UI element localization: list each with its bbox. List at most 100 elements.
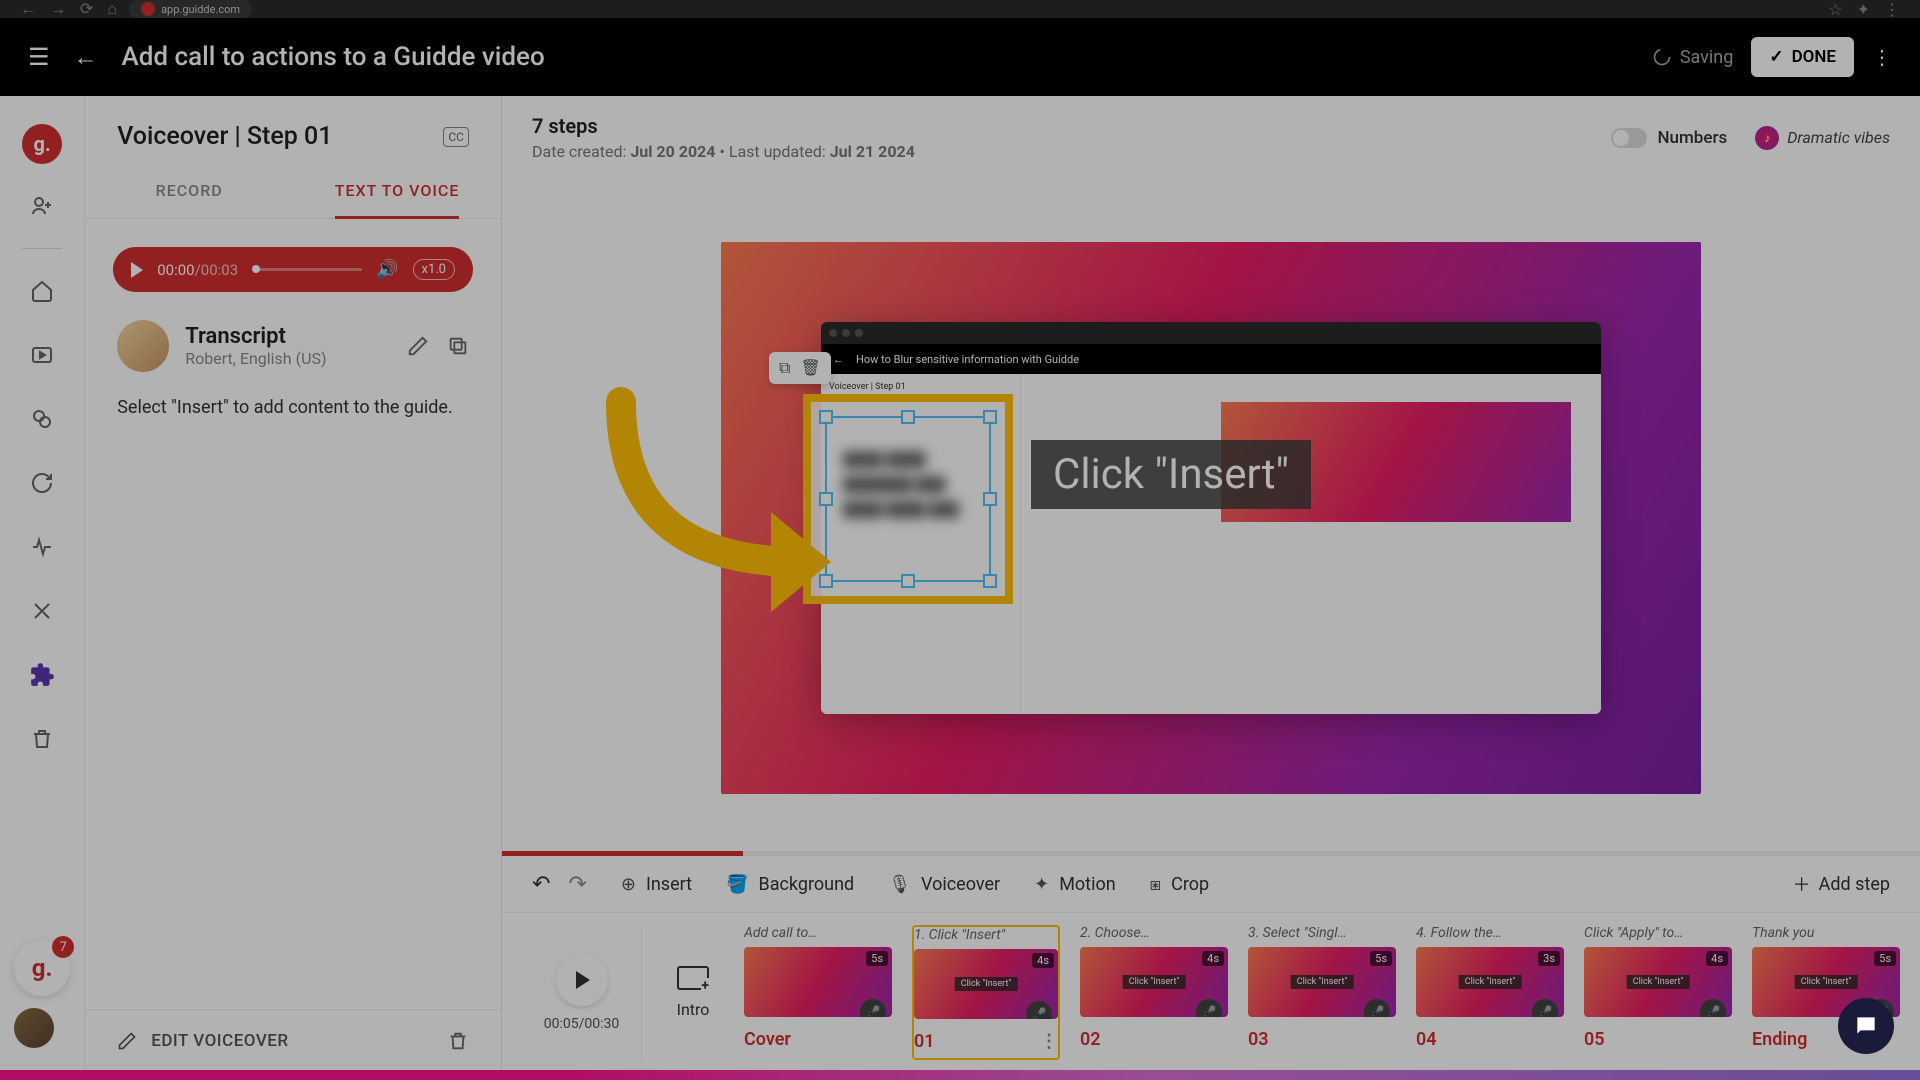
- step-caption: Add call to…: [744, 925, 892, 941]
- voiceover-panel: Voiceover | Step 01 CC RECORD TEXT TO VO…: [85, 96, 502, 1072]
- brand-gradient-bar: [0, 1070, 1920, 1080]
- step-kebab-icon[interactable]: ⋮: [1040, 1031, 1058, 1052]
- site-favicon: [141, 2, 155, 16]
- step-caption: Click "Apply" to…: [1584, 925, 1732, 941]
- design-icon[interactable]: [20, 589, 64, 633]
- numbers-label: Numbers: [1657, 128, 1727, 148]
- trash-icon[interactable]: 🗑: [800, 358, 820, 378]
- background-tool[interactable]: 🪣Background: [726, 874, 854, 895]
- done-button[interactable]: ✓ DONE: [1751, 37, 1854, 77]
- browser-url-text: app.guidde.com: [161, 3, 240, 16]
- refresh-icon[interactable]: [20, 461, 64, 505]
- step-mic-icon: 🎤: [1026, 1001, 1052, 1019]
- captions-icon[interactable]: CC: [443, 127, 469, 147]
- browser-url-pill[interactable]: app.guidde.com: [129, 0, 252, 18]
- support-chat-button[interactable]: [1838, 998, 1894, 1054]
- playback-progress[interactable]: [502, 851, 1920, 856]
- editor-canvas-panel: 7 steps Date created: Jul 20 2024 • Last…: [502, 96, 1920, 1072]
- extension-icon[interactable]: [20, 653, 64, 697]
- header-kebab-icon[interactable]: ⋮: [1872, 45, 1892, 69]
- speaker-avatar: [117, 320, 169, 372]
- insert-tool[interactable]: ⊕Insert: [621, 874, 692, 895]
- music-vibes[interactable]: ♪ Dramatic vibes: [1755, 126, 1890, 150]
- selection-toolbar[interactable]: ⧉ 🗑: [769, 352, 831, 384]
- tab-text-to-voice[interactable]: TEXT TO VOICE: [293, 163, 501, 218]
- videos-icon[interactable]: [20, 333, 64, 377]
- play-icon[interactable]: [131, 262, 143, 278]
- step-duration: 5s: [866, 951, 888, 966]
- step-mic-icon: 🎤: [860, 999, 886, 1017]
- step-thumbnail[interactable]: 5s Click "Insert" 🎤: [1248, 947, 1396, 1017]
- hamburger-icon[interactable]: ☰: [28, 43, 50, 71]
- timeline-step[interactable]: Add call to… 5s 🎤 Cover: [744, 925, 892, 1060]
- add-step-button[interactable]: ＋Add step: [1793, 871, 1890, 897]
- step-thumbnail[interactable]: 4s Click "Insert" 🎤: [1080, 947, 1228, 1017]
- trash-rail-icon[interactable]: [20, 717, 64, 761]
- step-caption: 1. Click "Insert": [914, 927, 1058, 943]
- redo-icon[interactable]: ↷: [568, 872, 586, 897]
- volume-icon[interactable]: 🔊: [376, 259, 398, 280]
- shapes-icon[interactable]: [20, 397, 64, 441]
- project-title: Add call to actions to a Guidde video: [122, 42, 545, 72]
- badge-count: 7: [52, 936, 74, 958]
- app-logo[interactable]: g.: [22, 124, 62, 164]
- timeline-step[interactable]: Click "Apply" to… 4s Click "Insert" 🎤 05: [1584, 925, 1732, 1060]
- step-thumbnail[interactable]: 4s Click "Insert" 🎤: [1584, 947, 1732, 1017]
- speaker-name: Robert, English (US): [185, 349, 326, 368]
- browser-chrome-bar: ← → ⟳ ⌂ app.guidde.com ☆ ✦ ⋮: [0, 0, 1920, 18]
- step-label: 03: [1248, 1029, 1396, 1050]
- step-thumbnail[interactable]: 5s 🎤: [744, 947, 892, 1017]
- step-duration: 5s: [1370, 951, 1392, 966]
- crop-tool[interactable]: ⧆Crop: [1150, 874, 1209, 895]
- numbers-toggle[interactable]: [1611, 128, 1647, 148]
- music-note-icon: ♪: [1755, 126, 1779, 150]
- browser-reload-icon[interactable]: ⟳: [80, 0, 93, 19]
- editor-canvas[interactable]: ←How to Blur sensitive information with …: [721, 242, 1701, 794]
- transcript-body: Select "Insert" to add content to the gu…: [117, 394, 469, 421]
- mic-icon: 🎙: [888, 874, 911, 895]
- check-icon: ✓: [1769, 47, 1783, 67]
- home-icon[interactable]: [20, 269, 64, 313]
- browser-back-icon[interactable]: ←: [20, 0, 36, 19]
- tab-record[interactable]: RECORD: [85, 163, 293, 218]
- edit-voiceover-button[interactable]: EDIT VOICEOVER: [151, 1031, 288, 1051]
- playback-speed[interactable]: x1.0: [413, 259, 456, 280]
- step-duration: 4s: [1706, 951, 1728, 966]
- audio-progress[interactable]: [252, 268, 362, 271]
- browser-forward-icon[interactable]: →: [50, 0, 66, 19]
- edit-transcript-icon[interactable]: [407, 335, 429, 357]
- invite-user-icon[interactable]: [20, 184, 64, 228]
- user-avatar-rail[interactable]: [14, 1008, 54, 1048]
- browser-home-icon[interactable]: ⌂: [107, 0, 117, 19]
- motion-tool[interactable]: ✦Motion: [1034, 874, 1116, 895]
- timeline-step[interactable]: 1. Click "Insert" 4s Click "Insert" 🎤 01…: [912, 925, 1060, 1060]
- browser-bookmark-icon[interactable]: ☆: [1828, 0, 1842, 19]
- step-thumbnail[interactable]: 3s Click "Insert" 🎤: [1416, 947, 1564, 1017]
- audio-player: 00:00/00:03 🔊 x1.0: [113, 247, 473, 292]
- delete-voiceover-icon[interactable]: [447, 1030, 469, 1052]
- step-mic-icon: 🎤: [1196, 999, 1222, 1017]
- step-duration: 3s: [1538, 951, 1560, 966]
- back-arrow-icon[interactable]: ←: [74, 43, 98, 72]
- plus-circle-icon: ⊕: [621, 874, 636, 895]
- step-mic-icon: 🎤: [1700, 999, 1726, 1017]
- timeline-play-button[interactable]: [556, 954, 608, 1006]
- app-header: ☰ ← Add call to actions to a Guidde vide…: [0, 18, 1920, 96]
- timeline-step[interactable]: 3. Select "Singl… 5s Click "Insert" 🎤 03: [1248, 925, 1396, 1060]
- browser-extensions-icon[interactable]: ✦: [1857, 0, 1870, 19]
- add-intro-button[interactable]: Intro: [658, 925, 728, 1060]
- notifications-badge[interactable]: g. 7: [14, 940, 70, 996]
- timeline-step[interactable]: 2. Choose… 4s Click "Insert" 🎤 02: [1080, 925, 1228, 1060]
- audio-time: 00:00/00:03: [157, 261, 238, 279]
- voiceover-tool[interactable]: 🎙Voiceover: [888, 874, 1000, 895]
- spinner-icon: [1652, 47, 1672, 67]
- step-thumbnail[interactable]: 4s Click "Insert" 🎤: [914, 949, 1058, 1019]
- copy-transcript-icon[interactable]: [447, 335, 469, 357]
- undo-icon[interactable]: ↶: [532, 872, 550, 897]
- pointer-arrow-icon: [601, 382, 881, 642]
- copy-icon[interactable]: ⧉: [779, 358, 790, 378]
- sparkle-icon: ✦: [1034, 874, 1049, 895]
- timeline-step[interactable]: 4. Follow the… 3s Click "Insert" 🎤 04: [1416, 925, 1564, 1060]
- activity-icon[interactable]: [20, 525, 64, 569]
- browser-menu-icon[interactable]: ⋮: [1884, 0, 1900, 19]
